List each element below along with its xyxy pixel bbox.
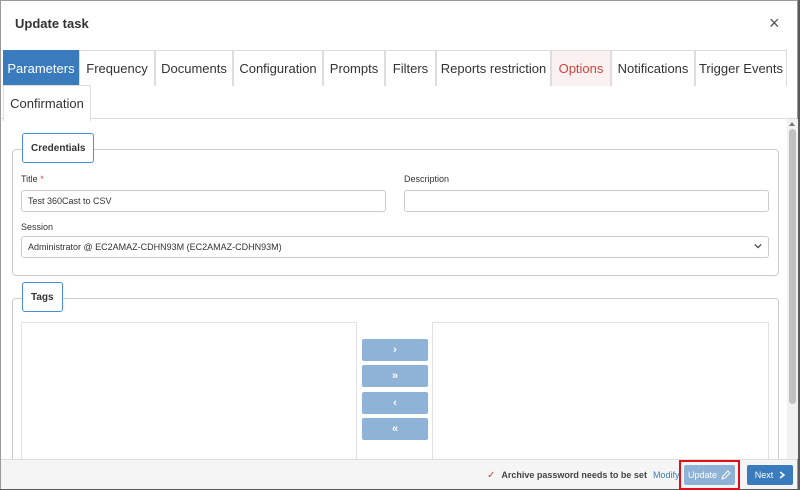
check-icon: ✓ bbox=[487, 469, 496, 481]
tab-documents[interactable]: Documents bbox=[155, 50, 233, 86]
update-button[interactable]: Update bbox=[684, 465, 735, 485]
description-input[interactable] bbox=[404, 190, 769, 212]
dialog-footer: ✓ Archive password needs to be set Modif… bbox=[1, 459, 797, 490]
tags-legend: Tags bbox=[22, 282, 63, 312]
tab-parameters[interactable]: Parameters bbox=[3, 50, 79, 86]
tab-notifications[interactable]: Notifications bbox=[611, 50, 695, 86]
content-scrollbar[interactable] bbox=[787, 119, 798, 459]
move-right-button[interactable]: › bbox=[362, 339, 428, 361]
tab-frequency[interactable]: Frequency bbox=[79, 50, 155, 86]
warning-text: Archive password needs to be set bbox=[501, 470, 647, 480]
tab-options[interactable]: Options bbox=[551, 50, 611, 86]
title-input[interactable]: Test 360Cast to CSV bbox=[21, 190, 386, 212]
tab-configuration[interactable]: Configuration bbox=[233, 50, 323, 86]
chevron-down-icon bbox=[754, 243, 762, 249]
session-value: Administrator @ EC2AMAZ-CDHN93M (EC2AMAZ… bbox=[28, 242, 282, 252]
modify-link[interactable]: Modify bbox=[653, 470, 680, 480]
move-left-button[interactable]: ‹ bbox=[362, 392, 428, 414]
next-button[interactable]: Next bbox=[747, 465, 793, 485]
title-label: Title * bbox=[21, 174, 44, 184]
chevron-right-icon bbox=[779, 471, 786, 479]
tab-bar: Parameters Frequency Documents Configura… bbox=[1, 47, 797, 121]
tab-filters[interactable]: Filters bbox=[385, 50, 436, 86]
pencil-icon bbox=[721, 470, 731, 480]
session-label: Session bbox=[21, 222, 54, 232]
scrollbar-thumb[interactable] bbox=[789, 129, 796, 404]
update-button-highlight: Update bbox=[679, 460, 740, 490]
update-button-label: Update bbox=[687, 470, 718, 480]
tab-reports-restriction[interactable]: Reports restriction bbox=[436, 50, 551, 86]
tab-prompts[interactable]: Prompts bbox=[323, 50, 385, 86]
move-all-left-button[interactable]: « bbox=[362, 418, 428, 440]
tab-content: Credentials Title * Test 360Cast to CSV … bbox=[1, 119, 787, 459]
selected-tags-list[interactable] bbox=[432, 322, 769, 459]
move-all-right-button[interactable]: » bbox=[362, 365, 428, 387]
dialog-title: Update task bbox=[15, 16, 89, 31]
close-icon[interactable]: × bbox=[769, 14, 780, 32]
tab-trigger-events[interactable]: Trigger Events bbox=[695, 50, 787, 86]
scroll-up-arrow-icon[interactable] bbox=[789, 122, 795, 126]
update-task-dialog: Update task × Parameters Frequency Docum… bbox=[0, 0, 798, 490]
description-label: Description bbox=[404, 174, 450, 184]
next-button-label: Next bbox=[754, 470, 774, 480]
credentials-legend: Credentials bbox=[22, 133, 95, 163]
dialog-header: Update task × bbox=[1, 1, 797, 47]
session-select[interactable]: Administrator @ EC2AMAZ-CDHN93M (EC2AMAZ… bbox=[21, 236, 769, 258]
archive-password-warning: ✓ Archive password needs to be set Modif… bbox=[487, 467, 679, 483]
available-tags-list[interactable] bbox=[21, 322, 357, 459]
tab-confirmation[interactable]: Confirmation bbox=[3, 85, 91, 121]
